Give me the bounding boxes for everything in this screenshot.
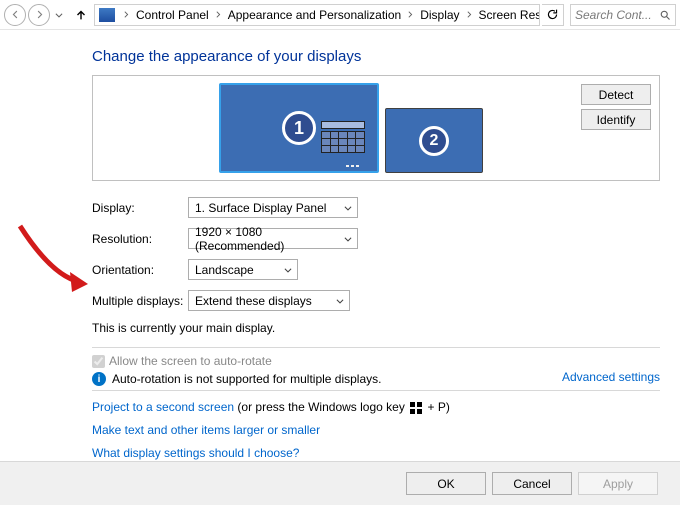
search-input[interactable]: Search Cont... xyxy=(570,4,676,26)
advanced-settings-link[interactable]: Advanced settings xyxy=(562,370,660,384)
chevron-right-icon[interactable] xyxy=(403,10,418,19)
action-bar: OK Cancel Apply xyxy=(0,461,680,505)
monitor-2[interactable]: 2 xyxy=(385,108,483,173)
identify-button[interactable]: Identify xyxy=(581,109,651,130)
chevron-right-icon[interactable] xyxy=(119,10,134,19)
orientation-label: Orientation: xyxy=(92,263,188,277)
divider xyxy=(92,390,660,391)
multiple-displays-select[interactable]: Extend these displays xyxy=(188,290,350,311)
chevron-down-icon xyxy=(335,296,345,306)
apply-button: Apply xyxy=(578,472,658,495)
resolution-label: Resolution: xyxy=(92,232,188,246)
autorotate-label: Allow the screen to auto-rotate xyxy=(109,354,272,368)
chevron-down-icon xyxy=(343,234,353,244)
up-button[interactable] xyxy=(74,8,88,22)
info-icon: i xyxy=(92,372,106,386)
address-bar[interactable]: Control Panel Appearance and Personaliza… xyxy=(94,4,540,26)
display-value: 1. Surface Display Panel xyxy=(195,201,326,215)
project-hint-b: + P) xyxy=(424,400,450,414)
search-placeholder: Search Cont... xyxy=(575,8,655,22)
display-select[interactable]: 1. Surface Display Panel xyxy=(188,197,358,218)
windows-key-icon xyxy=(410,402,422,414)
control-panel-icon xyxy=(99,8,115,22)
help-link[interactable]: What display settings should I choose? xyxy=(92,446,299,460)
crumb-display[interactable]: Display xyxy=(418,8,461,22)
content-area: Change the appearance of your displays D… xyxy=(0,30,680,470)
ok-button[interactable]: OK xyxy=(406,472,486,495)
cancel-button[interactable]: Cancel xyxy=(492,472,572,495)
monitor-1[interactable]: 1 xyxy=(219,83,379,173)
orientation-value: Landscape xyxy=(195,263,254,277)
resolution-select[interactable]: 1920 × 1080 (Recommended) xyxy=(188,228,358,249)
orientation-select[interactable]: Landscape xyxy=(188,259,298,280)
autorotate-info: Auto-rotation is not supported for multi… xyxy=(112,372,381,386)
page-title: Change the appearance of your displays xyxy=(92,48,660,65)
divider xyxy=(92,347,660,348)
monitor-2-badge: 2 xyxy=(419,126,449,156)
resolution-value: 1920 × 1080 (Recommended) xyxy=(195,225,343,253)
history-dropdown[interactable] xyxy=(54,10,64,20)
project-link[interactable]: Project to a second screen xyxy=(92,400,234,414)
autorotate-checkbox xyxy=(92,355,105,368)
search-icon xyxy=(659,9,671,21)
chevron-right-icon[interactable] xyxy=(211,10,226,19)
monitor-1-badge: 1 xyxy=(282,111,316,145)
keypad-icon xyxy=(321,121,365,161)
text-size-link[interactable]: Make text and other items larger or smal… xyxy=(92,423,320,437)
multiple-displays-value: Extend these displays xyxy=(195,294,312,308)
project-hint-a: (or press the Windows logo key xyxy=(234,400,408,414)
multiple-displays-label: Multiple displays: xyxy=(92,294,188,308)
forward-button[interactable] xyxy=(28,4,50,26)
chevron-down-icon xyxy=(283,265,293,275)
chevron-down-icon xyxy=(343,203,353,213)
crumb-appearance[interactable]: Appearance and Personalization xyxy=(226,8,403,22)
displays-preview: Detect Identify 1 2 xyxy=(92,75,660,181)
crumb-screen-resolution[interactable]: Screen Resolution xyxy=(477,8,540,22)
chevron-right-icon[interactable] xyxy=(462,10,477,19)
display-label: Display: xyxy=(92,201,188,215)
refresh-button[interactable] xyxy=(542,4,564,26)
main-display-status: This is currently your main display. xyxy=(92,321,660,335)
crumb-control-panel[interactable]: Control Panel xyxy=(134,8,211,22)
navigation-bar: Control Panel Appearance and Personaliza… xyxy=(0,0,680,30)
detect-button[interactable]: Detect xyxy=(581,84,651,105)
back-button[interactable] xyxy=(4,4,26,26)
